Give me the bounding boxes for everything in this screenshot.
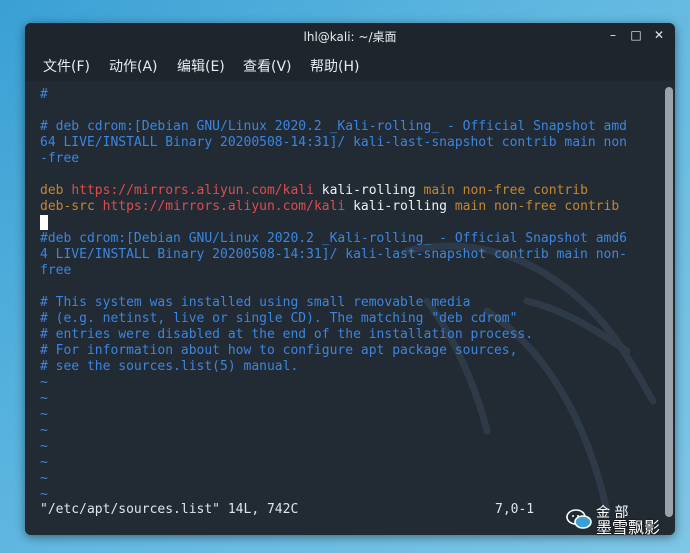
editor-text-segment: deb-src xyxy=(40,199,103,214)
status-line: "/etc/apt/sources.list" 14L, 742C xyxy=(40,502,299,517)
editor-text-segment: ~ xyxy=(40,375,48,390)
editor-text-segment: -free xyxy=(40,151,80,166)
window-title: lhl@kali: ~/桌面 xyxy=(303,30,397,44)
editor-line: ~ xyxy=(40,439,48,455)
editor-line: ~ xyxy=(40,407,48,423)
editor-line xyxy=(40,215,48,231)
editor-text-segment: ~ xyxy=(40,423,48,438)
editor-text-segment: ~ xyxy=(40,391,48,406)
menu-help[interactable]: 帮助(H) xyxy=(310,56,359,76)
text-cursor xyxy=(40,215,48,230)
editor-line: # xyxy=(40,87,48,103)
editor-line: # For information about how to configure… xyxy=(40,343,517,359)
scrollbar[interactable] xyxy=(665,87,673,517)
editor-text-segment: kali-rolling xyxy=(345,199,455,214)
editor-text-segment: ~ xyxy=(40,487,48,502)
editor-line: # deb cdrom:[Debian GNU/Linux 2020.2 _Ka… xyxy=(40,119,627,135)
editor-line: ~ xyxy=(40,487,48,503)
watermark: 金 部 墨雪飘影 xyxy=(562,500,682,540)
editor-line: 4 LIVE/INSTALL Binary 20200508-14:31]/ k… xyxy=(40,247,627,263)
terminal-area[interactable]: # # deb cdrom:[Debian GNU/Linux 2020.2 _K… xyxy=(25,81,675,535)
editor-line: -free xyxy=(40,151,79,167)
editor-text-segment: https://mirrors.aliyun.com/kali xyxy=(102,199,346,214)
menu-view[interactable]: 查看(V) xyxy=(243,56,292,76)
editor-line: # (e.g. netinst, live or single CD). The… xyxy=(40,311,517,327)
scrollbar-thumb[interactable] xyxy=(665,87,673,517)
editor-line: # see the sources.list(5) manual. xyxy=(40,359,298,375)
title-bar[interactable]: lhl@kali: ~/桌面 – □ ✕ xyxy=(25,23,675,49)
menu-edit[interactable]: 编辑(E) xyxy=(177,56,225,76)
terminal-window: lhl@kali: ~/桌面 – □ ✕ 文件(F) 动作(A) 编辑(E) 查… xyxy=(25,23,675,535)
cursor-position: 7,0-1 xyxy=(495,502,535,517)
watermark-line-2: 墨雪飘影 xyxy=(596,518,661,537)
editor-text-segment: # (e.g. netinst, live or single CD). The… xyxy=(40,311,518,326)
editor-text-segment: main non-free contrib xyxy=(423,183,588,198)
editor-line: # This system was installed using small … xyxy=(40,295,470,311)
editor-text-segment: # For information about how to configure… xyxy=(40,343,518,358)
editor-line: # entries were disabled at the end of th… xyxy=(40,327,533,343)
editor-text-segment: https://mirrors.aliyun.com/kali xyxy=(71,183,314,198)
editor-line: 64 LIVE/INSTALL Binary 20200508-14:31]/ … xyxy=(40,135,627,151)
editor-text-segment: main non-free contrib xyxy=(454,199,620,214)
editor-text-segment: ~ xyxy=(40,439,48,454)
editor-text-segment: free xyxy=(40,263,72,278)
editor-text-segment: 4 LIVE/INSTALL Binary 20200508-14:31]/ k… xyxy=(40,247,627,262)
editor-text-segment: # This system was installed using small … xyxy=(40,295,471,310)
editor-line: #deb cdrom:[Debian GNU/Linux 2020.2 _Kal… xyxy=(40,231,627,247)
editor-text-segment: # xyxy=(40,87,48,102)
menu-file[interactable]: 文件(F) xyxy=(43,56,90,76)
editor-line: ~ xyxy=(40,423,48,439)
editor-text-segment: # entries were disabled at the end of th… xyxy=(40,327,534,342)
close-button[interactable]: ✕ xyxy=(651,27,667,43)
editor-line: ~ xyxy=(40,455,48,471)
editor-line: deb https://mirrors.aliyun.com/kali kali… xyxy=(40,183,588,199)
editor-text-segment: # deb cdrom:[Debian GNU/Linux 2020.2 _Ka… xyxy=(40,119,627,134)
editor-text-segment: kali-rolling xyxy=(313,183,424,198)
editor-text-segment: deb xyxy=(40,183,72,198)
editor-text-segment: ~ xyxy=(40,471,48,486)
editor-text-segment: 64 LIVE/INSTALL Binary 20200508-14:31]/ … xyxy=(40,135,627,150)
editor-line: ~ xyxy=(40,375,48,391)
editor-line: ~ xyxy=(40,471,48,487)
editor-text-segment: # see the sources.list(5) manual. xyxy=(40,359,299,374)
editor-line: deb-src https://mirrors.aliyun.com/kali … xyxy=(40,199,619,215)
menu-bar: 文件(F) 动作(A) 编辑(E) 查看(V) 帮助(H) xyxy=(25,49,675,81)
wechat-icon xyxy=(566,509,592,529)
maximize-button[interactable]: □ xyxy=(628,27,644,43)
editor-text-segment: ~ xyxy=(40,455,48,470)
minimize-button[interactable]: – xyxy=(605,27,621,43)
menu-action[interactable]: 动作(A) xyxy=(109,56,158,76)
editor-text-segment: #deb cdrom:[Debian GNU/Linux 2020.2 _Kal… xyxy=(40,231,627,246)
editor-line: ~ xyxy=(40,391,48,407)
editor-line: free xyxy=(40,263,71,279)
editor-text-segment: ~ xyxy=(40,407,48,422)
